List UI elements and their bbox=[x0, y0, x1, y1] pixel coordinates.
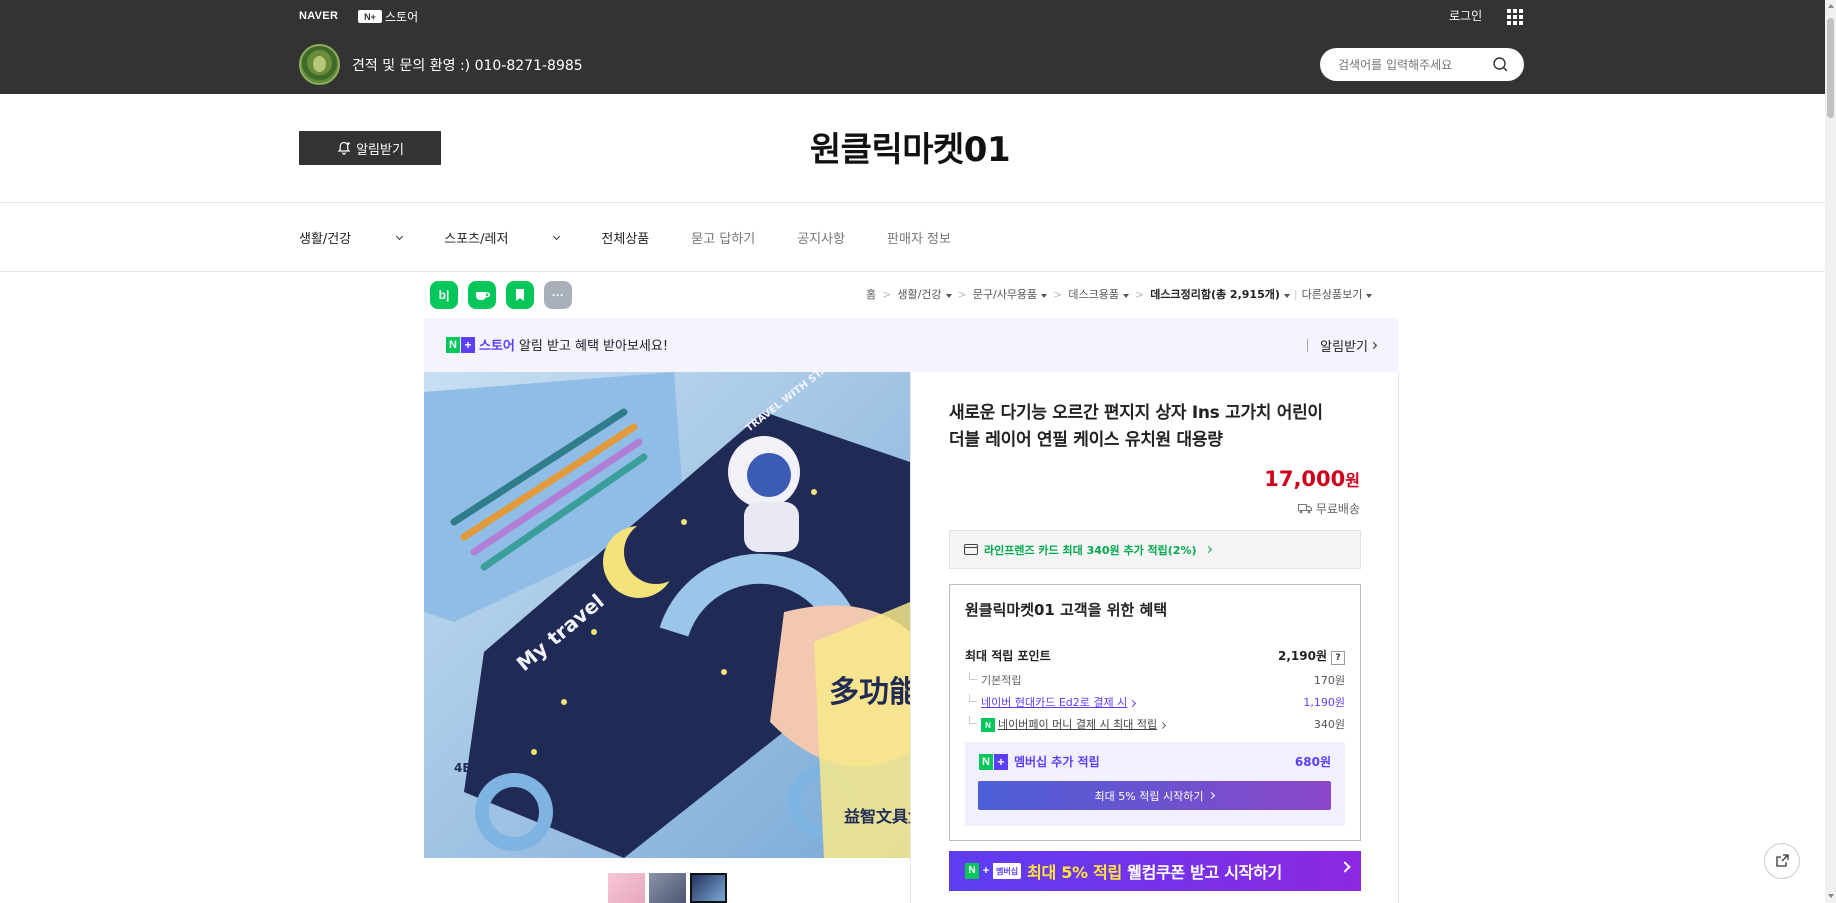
divider bbox=[0, 271, 1825, 272]
store-name-title[interactable]: 원클릭마켓01 bbox=[700, 122, 1120, 171]
breadcrumb-cat1[interactable]: 생활/건강 bbox=[897, 286, 952, 302]
card-points-link[interactable]: 네이버 현대카드 Ed2로 결제 시 bbox=[981, 696, 1127, 709]
divider bbox=[910, 372, 911, 903]
chevron-right-icon bbox=[1208, 791, 1216, 800]
breadcrumb: 홈 > 생활/건강 > 문구/사무용품 > 데스크용품 > 데스크정리함(총 2,915… bbox=[866, 286, 1373, 302]
naver-plus-icon: N + bbox=[979, 753, 1008, 770]
image-caption-5: 4B bbox=[454, 761, 472, 775]
chevron-right-icon bbox=[1204, 545, 1212, 554]
promo-text: 알림 받고 혜택 받아보세요! bbox=[518, 339, 669, 354]
product-title: 새로운 다기능 오르간 편지지 상자 Ins 고가치 어린이 더블 레이어 연필… bbox=[949, 403, 1323, 450]
chevron-down-icon bbox=[553, 232, 561, 240]
nav-item-seller-info[interactable]: 판매자 정보 bbox=[887, 228, 951, 247]
store-alert-label: 알림받기 bbox=[356, 142, 404, 158]
divider bbox=[1398, 372, 1399, 903]
thumbnail-1[interactable] bbox=[608, 873, 645, 903]
max-points-row: 최대 적립 포인트 2,190원? bbox=[965, 647, 1345, 665]
card-benefit-link[interactable]: 라인프렌즈 카드 최대 340원 추가 적립(2%) bbox=[949, 530, 1361, 569]
login-link[interactable]: 로그인 bbox=[1449, 7, 1482, 24]
npay-points-link[interactable]: 네이버페이 머니 결제 시 최대 적립 bbox=[998, 718, 1157, 731]
nav-item-all-products[interactable]: 전체상품 bbox=[601, 228, 649, 247]
store-profile-logo[interactable] bbox=[299, 44, 340, 85]
membership-value: 680원 bbox=[1294, 755, 1331, 769]
product-main-image[interactable]: 多功能 My travel TRAVEL WITH STAR 益智文具盒 4B bbox=[424, 372, 910, 858]
divider bbox=[0, 202, 1825, 203]
store-alert-promo: N + 스토어 알림 받고 혜택 받아보세요! 알림받기 bbox=[424, 318, 1398, 372]
naver-plus-store-logo[interactable]: N+ 스토어 bbox=[358, 8, 418, 25]
help-icon[interactable]: ? bbox=[1331, 651, 1345, 665]
membership-benefit-box: N + 멤버십 추가 적립 680원 최대 5% 적립 시작하기 bbox=[965, 742, 1345, 826]
naver-plus-badge: N+ bbox=[358, 10, 382, 23]
search-input[interactable] bbox=[1338, 56, 1488, 73]
bell-icon bbox=[337, 141, 351, 155]
chevron-right-icon bbox=[1339, 861, 1351, 873]
nav-item-living-health[interactable]: 생활/건강 bbox=[299, 228, 404, 247]
shipping-info: 무료배송 bbox=[1280, 500, 1360, 517]
thumbnail-3-selected[interactable] bbox=[690, 873, 727, 903]
store-contact-text: 견적 및 문의 환영 :) 010-8271-8985 bbox=[352, 58, 583, 74]
page-scrollbar[interactable] bbox=[1825, 0, 1836, 903]
image-caption-4: 益智文具盒 bbox=[844, 807, 910, 826]
nav-item-notice[interactable]: 공지사항 bbox=[797, 228, 845, 247]
promo-message: N + 스토어 알림 받고 혜택 받아보세요! bbox=[446, 335, 668, 354]
cafe-share-icon[interactable] bbox=[468, 281, 496, 309]
share-float-icon[interactable] bbox=[1764, 843, 1800, 879]
thumbnail-2[interactable] bbox=[649, 873, 686, 903]
nav-item-qna[interactable]: 묻고 답하기 bbox=[691, 228, 755, 247]
naver-logo[interactable]: NAVER bbox=[299, 10, 338, 22]
bookmark-share-icon[interactable] bbox=[506, 281, 534, 309]
search-icon[interactable] bbox=[1492, 56, 1509, 73]
breadcrumb-other-products[interactable]: 다른상품보기 bbox=[1302, 286, 1373, 302]
card-icon bbox=[964, 544, 978, 555]
naver-pay-icon: N bbox=[981, 718, 995, 732]
membership-tag: N + 멤버십 bbox=[965, 863, 1022, 879]
nav-item-sports-leisure[interactable]: 스포츠/레저 bbox=[444, 228, 561, 247]
naver-plus-store-label: 스토어 bbox=[385, 10, 419, 24]
store-search-box bbox=[1320, 48, 1524, 81]
naver-plus-icon: N + bbox=[446, 336, 475, 353]
benefit-title: 원클릭마켓01 고객을 위한 혜택 bbox=[965, 601, 1168, 619]
scrollbar-thumb[interactable] bbox=[1827, 18, 1834, 118]
breadcrumb-cat4[interactable]: 데스크정리함(총 2,915개) bbox=[1150, 286, 1290, 302]
membership-start-button[interactable]: 최대 5% 적립 시작하기 bbox=[978, 781, 1331, 810]
chevron-down-icon bbox=[396, 232, 404, 240]
truck-icon bbox=[1297, 504, 1312, 514]
membership-label: N + 멤버십 추가 적립 bbox=[979, 753, 1100, 770]
product-thumbnails bbox=[608, 873, 727, 903]
npay-points-row: N 네이버페이 머니 결제 시 최대 적립 340원 bbox=[965, 716, 1345, 732]
global-header: NAVER N+ 스토어 로그인 견적 및 문의 환영 :) 010-8271-… bbox=[0, 0, 1825, 94]
card-points-row: 네이버 현대카드 Ed2로 결제 시 1,190원 bbox=[965, 694, 1345, 710]
more-share-icon[interactable]: ··· bbox=[544, 281, 572, 309]
chevron-right-icon bbox=[1369, 341, 1378, 350]
store-category-nav: 생활/건강 스포츠/레저 전체상품 묻고 답하기 공지사항 판매자 정보 bbox=[299, 228, 993, 247]
breadcrumb-cat2[interactable]: 문구/사무용품 bbox=[973, 286, 1048, 302]
promo-alert-button[interactable]: 알림받기 bbox=[1307, 336, 1378, 355]
customer-benefit-box: 원클릭마켓01 고객을 위한 혜택 최대 적립 포인트 2,190원? 기본적립… bbox=[949, 584, 1361, 841]
product-price: 17,000원 bbox=[1264, 467, 1360, 491]
image-caption-1: 多功能 bbox=[829, 675, 910, 710]
breadcrumb-home[interactable]: 홈 bbox=[866, 286, 876, 302]
blog-share-icon[interactable]: b| bbox=[430, 281, 458, 309]
welcome-coupon-banner[interactable]: N + 멤버십 최대 5% 적립 웰컴쿠폰 받고 시작하기 bbox=[949, 851, 1361, 891]
store-alert-button[interactable]: 알림받기 bbox=[299, 131, 441, 165]
breadcrumb-cat3[interactable]: 데스크용품 bbox=[1068, 286, 1130, 302]
basic-points-row: 기본적립 170원 bbox=[965, 672, 1345, 688]
apps-grid-icon[interactable] bbox=[1507, 9, 1523, 25]
